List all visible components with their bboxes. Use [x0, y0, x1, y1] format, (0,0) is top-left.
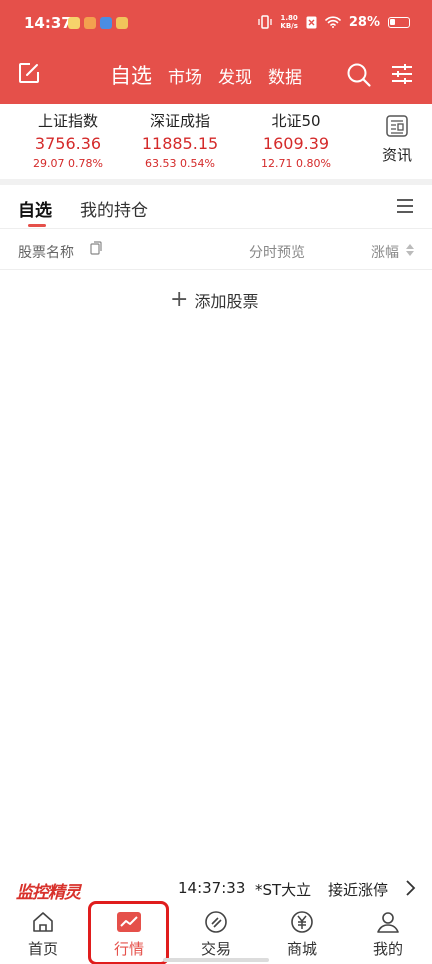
- edit-icon[interactable]: [18, 62, 40, 84]
- index-name: 北证50: [271, 112, 321, 130]
- index-change: 12.71 0.80%: [261, 157, 331, 170]
- home-icon: [33, 912, 53, 932]
- top-bar: 14:37 1.80 KB/s 28% 自选 市场 发现 数据: [0, 0, 432, 104]
- news-icon: [386, 115, 408, 137]
- nav-home[interactable]: 首页: [8, 910, 78, 959]
- sim-icon: [306, 16, 317, 28]
- subtab-holdings[interactable]: 我的持仓: [80, 196, 148, 221]
- net-speed-unit: KB/s: [280, 22, 298, 30]
- app-notification-icon: [84, 17, 96, 29]
- nav-me[interactable]: 我的: [353, 910, 423, 959]
- nav-label: 商城: [286, 940, 317, 958]
- search-icon[interactable]: [346, 62, 372, 88]
- nav-label: 交易: [200, 940, 231, 958]
- alert-ticker[interactable]: 监控精灵 14:37:33 *ST大立 接近涨停: [0, 874, 432, 903]
- index-value: 3756.36: [34, 134, 102, 153]
- yen-icon: [291, 911, 313, 933]
- index-change: 63.53 0.54%: [145, 157, 215, 170]
- index-name: 深证成指: [149, 112, 210, 130]
- add-stock-label: 添加股票: [194, 292, 259, 311]
- column-change[interactable]: 涨幅: [371, 242, 399, 262]
- news-button[interactable]: 资讯: [372, 114, 422, 165]
- net-speed: 1.80 KB/s: [280, 14, 297, 30]
- index-value: 1609.39: [262, 134, 330, 153]
- add-stock-button[interactable]: + 添加股票: [170, 288, 258, 312]
- vibrate-icon: [258, 15, 273, 29]
- tab-market[interactable]: 市场: [168, 63, 202, 88]
- tab-data[interactable]: 数据: [268, 63, 302, 88]
- column-trend-preview[interactable]: 分时预览: [249, 242, 305, 262]
- monitor-logo: 监控精灵: [16, 883, 81, 903]
- tab-watchlist[interactable]: 自选: [110, 60, 152, 90]
- wifi-icon: [325, 16, 341, 28]
- settings-sliders-icon[interactable]: [390, 62, 414, 86]
- nav-tabs: 自选 市场 发现 数据: [110, 60, 302, 90]
- index-value: 11885.15: [141, 134, 219, 153]
- index-name: 上证指数: [37, 112, 98, 130]
- status-bar: 14:37 1.80 KB/s 28%: [0, 0, 432, 50]
- chevron-right-icon[interactable]: [404, 879, 416, 897]
- index-beijing50[interactable]: 北证50 1609.39 12.71 0.80%: [241, 110, 351, 170]
- battery-percent: 28%: [348, 14, 380, 30]
- column-stock-name[interactable]: 股票名称: [18, 242, 74, 262]
- nav-bar: 自选 市场 发现 数据: [0, 50, 432, 104]
- ticker-time: 14:37:33: [178, 879, 246, 897]
- subtab-watchlist[interactable]: 自选: [18, 196, 52, 221]
- notification-icons: [68, 17, 128, 29]
- sort-icon[interactable]: [406, 244, 414, 256]
- app-notification-icon: [100, 17, 112, 29]
- index-change: 29.07 0.78%: [33, 157, 103, 170]
- copy-icon[interactable]: [90, 241, 102, 255]
- status-indicators: 1.80 KB/s 28%: [258, 14, 410, 30]
- ticker-stock: *ST大立: [255, 881, 312, 899]
- user-icon: [377, 912, 399, 933]
- index-strip: 上证指数 3756.36 29.07 0.78% 深证成指 11885.15 6…: [0, 104, 432, 179]
- column-header: 股票名称 分时预览 涨幅: [0, 230, 432, 270]
- bottom-nav: 首页 行情 交易 商城 我的: [0, 904, 432, 964]
- plus-icon: +: [170, 287, 189, 312]
- nav-trade[interactable]: 交易: [181, 910, 251, 959]
- nav-mall[interactable]: 商城: [267, 910, 337, 959]
- active-nav-highlight: [88, 901, 169, 964]
- news-label: 资讯: [381, 146, 412, 164]
- app-notification-icon: [68, 17, 80, 29]
- sub-tabs: 自选 我的持仓: [0, 185, 432, 229]
- tab-discover[interactable]: 发现: [218, 63, 252, 88]
- app-notification-icon: [116, 17, 128, 29]
- net-speed-value: 1.80: [280, 14, 298, 22]
- battery-icon: [388, 16, 410, 28]
- menu-icon[interactable]: [396, 197, 414, 215]
- index-shenzhen[interactable]: 深证成指 11885.15 63.53 0.54%: [125, 110, 235, 170]
- nav-label: 我的: [372, 940, 403, 958]
- active-tab-indicator: [28, 224, 46, 227]
- ticker-event: 接近涨停: [328, 881, 389, 899]
- trade-icon: [205, 911, 227, 933]
- index-shanghai[interactable]: 上证指数 3756.36 29.07 0.78%: [13, 110, 123, 170]
- home-indicator[interactable]: [163, 958, 269, 962]
- status-time: 14:37: [24, 14, 72, 32]
- nav-label: 首页: [27, 940, 58, 958]
